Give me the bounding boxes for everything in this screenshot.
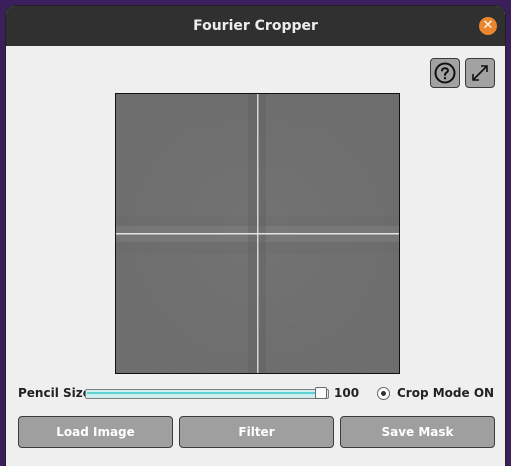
close-button[interactable]: ✕ [479,17,497,35]
fullscreen-button[interactable] [465,58,495,88]
help-button[interactable] [430,58,460,88]
pencil-size-slider[interactable] [85,387,329,399]
slider-fill [87,392,315,394]
load-image-button[interactable]: Load Image [18,416,173,448]
expand-icon [472,65,488,81]
window-title: Fourier Cropper [193,18,318,34]
close-icon: ✕ [482,18,494,33]
fourier-spectrum-image[interactable] [115,93,400,374]
crop-mode-radio[interactable] [377,387,390,400]
slider-handle[interactable] [315,387,327,399]
pencil-size-value: 100 [334,386,360,400]
filter-button[interactable]: Filter [179,416,334,448]
spectrum-canvas [116,94,399,373]
save-mask-button[interactable]: Save Mask [340,416,495,448]
app-window: Fourier Cropper ✕ Pencil Size: 100 Crop … [6,6,505,466]
crop-mode-label[interactable]: Crop Mode ON [397,386,494,400]
title-bar: Fourier Cropper ✕ [6,6,505,46]
radio-selected-dot [381,391,386,396]
help-icon [434,62,456,84]
slider-track [85,389,329,399]
controls-row: Pencil Size: 100 Crop Mode ON [6,384,505,404]
